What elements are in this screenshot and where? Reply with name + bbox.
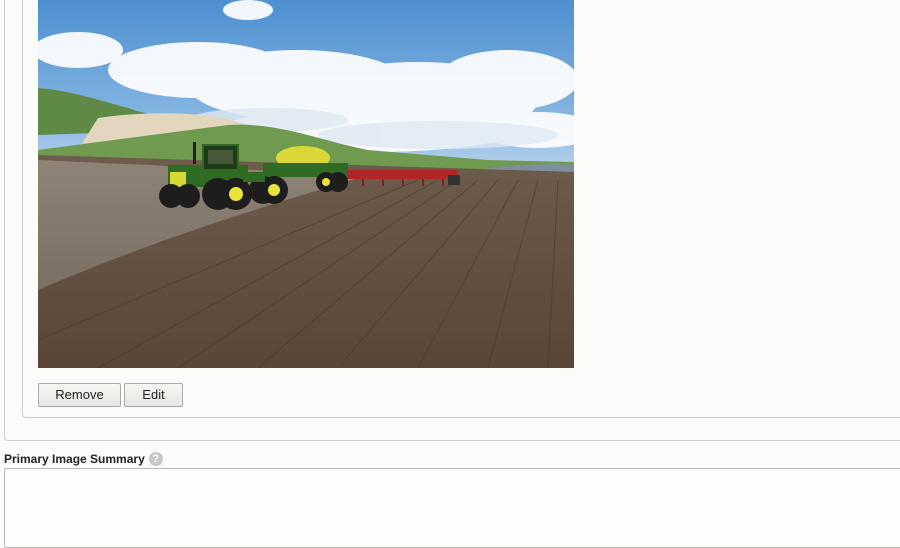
edit-image-button[interactable]: Edit: [124, 383, 183, 407]
primary-image-summary-label: Primary Image Summary: [4, 452, 145, 466]
primary-image-preview: [38, 0, 574, 368]
remove-image-button[interactable]: Remove: [38, 383, 121, 407]
question-circle-icon[interactable]: ?: [148, 452, 163, 466]
primary-image-summary-input[interactable]: [4, 468, 900, 548]
primary-image-summary-label-row: Primary Image Summary ?: [4, 451, 163, 467]
